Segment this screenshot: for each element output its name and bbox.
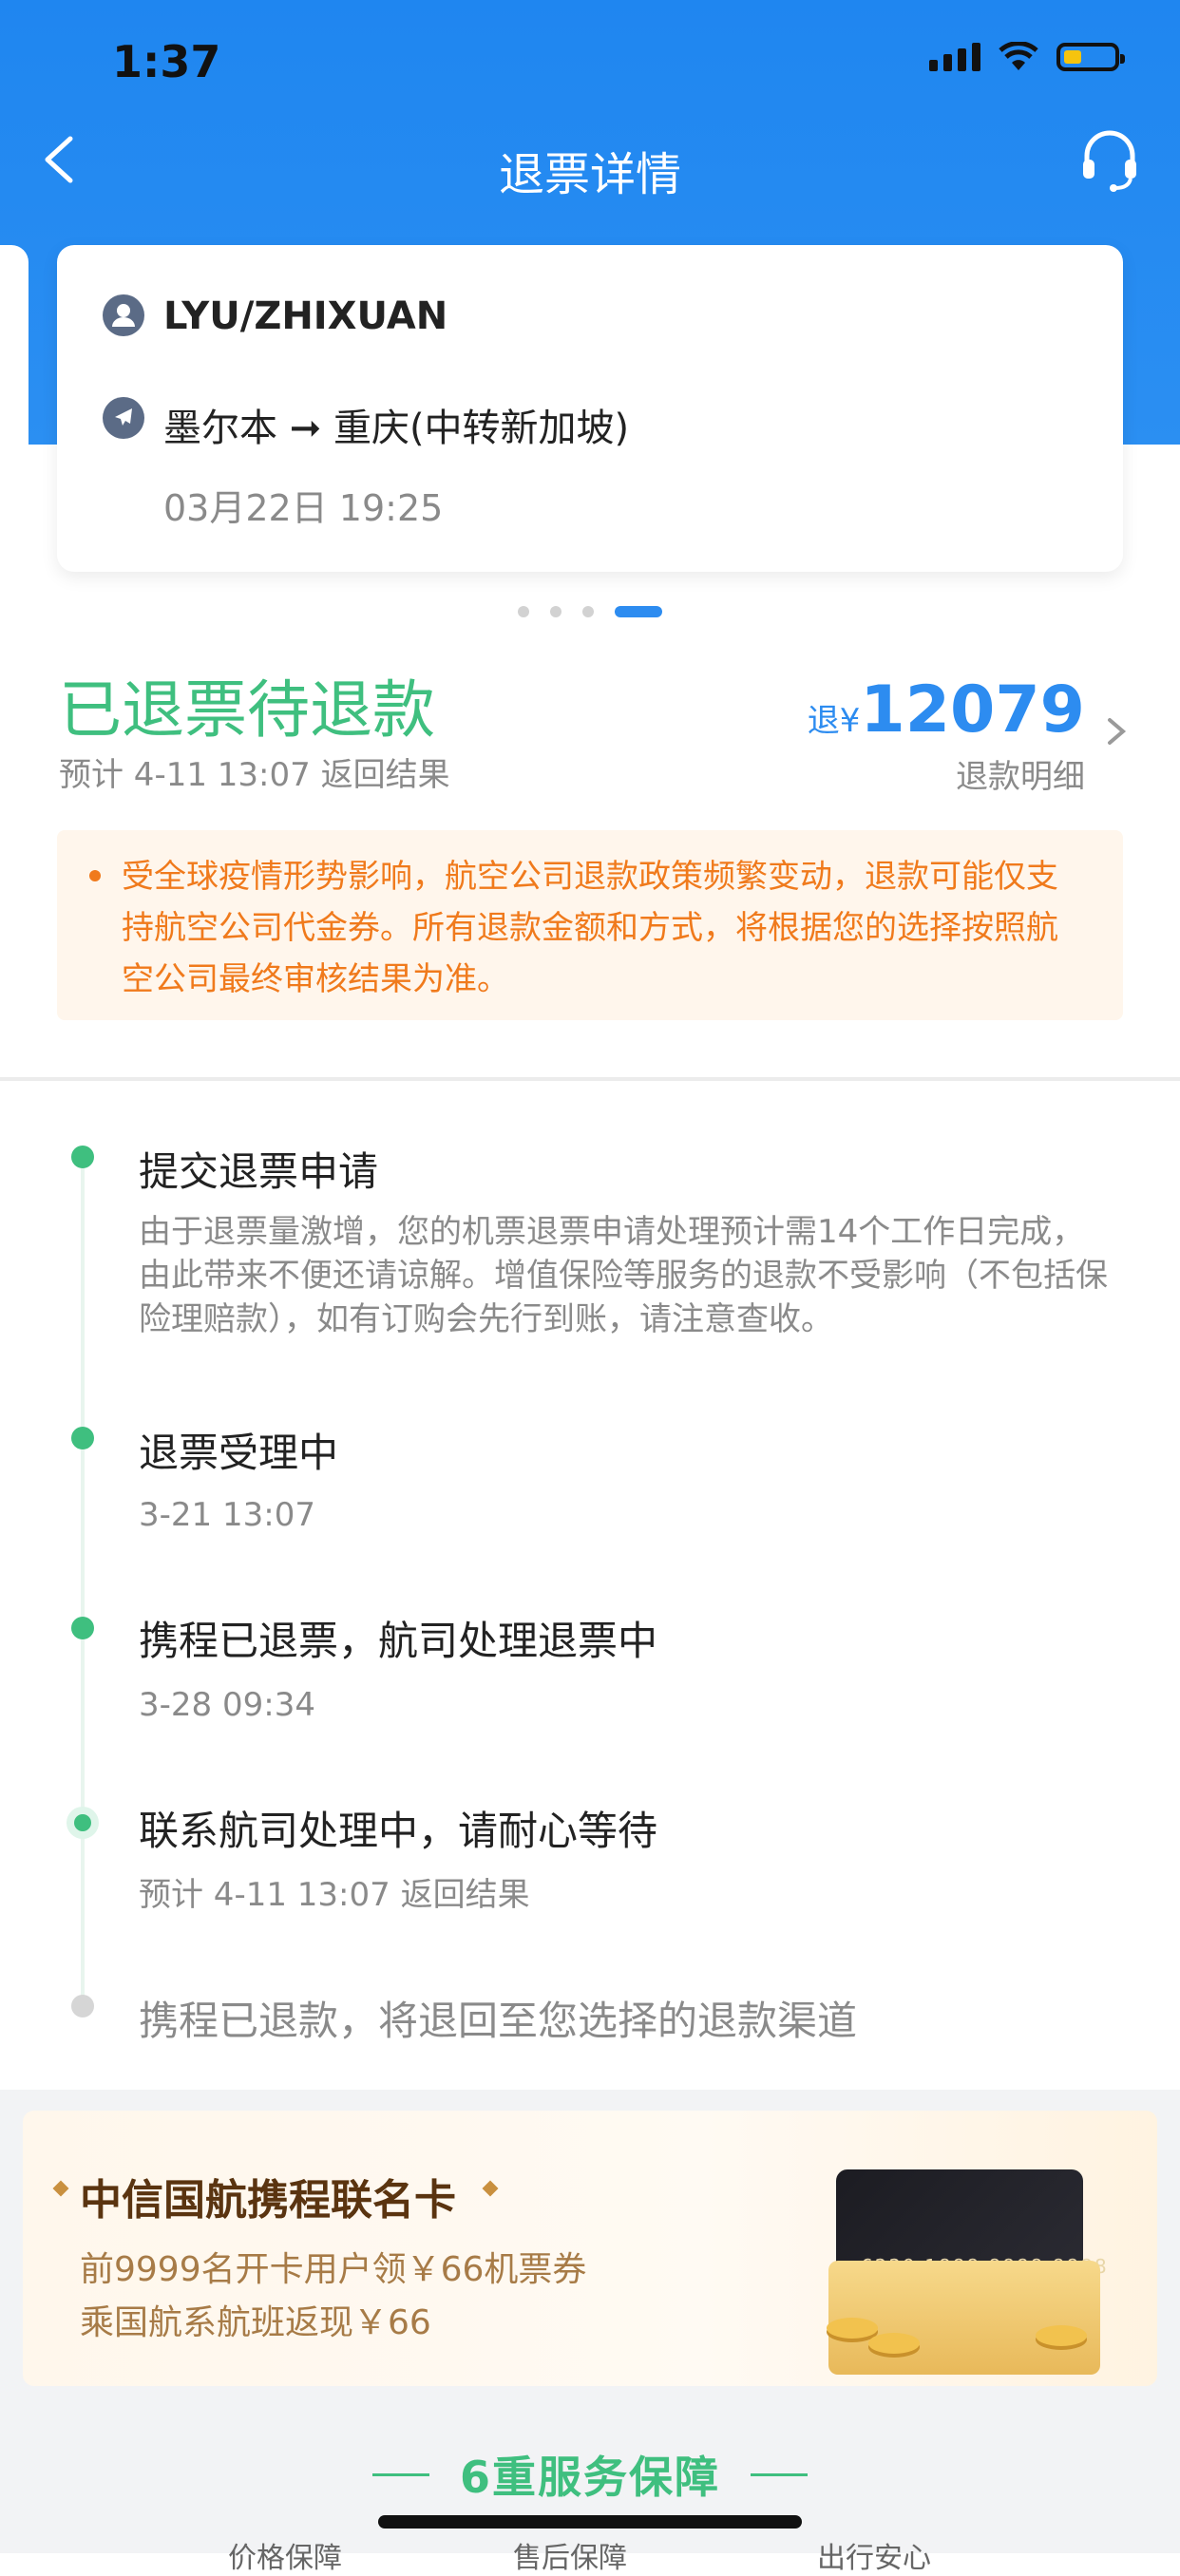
wifi-icon <box>999 42 1038 70</box>
timeline-step-title: 提交退票申请 <box>139 1148 379 1195</box>
chevron-right-icon[interactable] <box>1102 712 1131 750</box>
refund-detail-link[interactable]: 退款明细 <box>956 750 1085 797</box>
prev-ticket-card-peek[interactable] <box>0 245 29 572</box>
red-envelope-image <box>828 2261 1100 2375</box>
refund-estimate: 预计 4-11 13:07 返回结果 <box>59 756 450 794</box>
service-item[interactable]: 售后保障 <box>513 2534 627 2576</box>
customer-service-headset-icon[interactable] <box>1075 125 1144 194</box>
carousel-pagination <box>0 606 1180 617</box>
timeline-dot-done <box>71 1617 94 1639</box>
pagination-dot-active <box>615 606 662 617</box>
timeline-step-title: 退票受理中 <box>139 1430 339 1476</box>
service-item[interactable]: 出行安心 <box>817 2534 931 2576</box>
notice-text: 受全球疫情形势影响，航空公司退款政策频繁变动，退款可能仅支持航空公司代金券。所有… <box>122 858 1058 998</box>
pagination-dot <box>582 606 594 617</box>
status-icons <box>929 42 1125 72</box>
timeline-step-time: 预计 4-11 13:07 返回结果 <box>139 1876 530 1914</box>
promo-line1: 前9999名开卡用户领￥66机票券 <box>80 2250 587 2289</box>
timeline-dot-current <box>74 1814 91 1831</box>
timeline-step-time: 3-28 09:34 <box>139 1686 315 1724</box>
refund-amount[interactable]: 退¥12079 <box>808 672 1085 748</box>
divider-line <box>751 2473 808 2476</box>
service-item[interactable]: 价格保障 <box>228 2534 342 2576</box>
timeline-step-title: 联系航司处理中，请耐心等待 <box>139 1808 658 1854</box>
refund-amount-prefix: 退¥ <box>807 702 861 740</box>
refund-amount-value: 12079 <box>860 672 1085 748</box>
timeline-step-title: 携程已退票，航司处理退票中 <box>139 1618 658 1664</box>
timeline-dot-pending <box>71 1995 94 2017</box>
coin-icon <box>1036 2325 1087 2346</box>
flight-route: 墨尔本 ➞ 重庆(中转新加坡) <box>163 407 630 450</box>
timeline-line <box>81 1161 85 2006</box>
battery-icon <box>1056 43 1125 71</box>
passenger-icon <box>103 294 144 336</box>
coin-icon <box>827 2318 878 2339</box>
promo-title: 中信国航携程联名卡 <box>80 2176 456 2225</box>
page-title: 退票详情 <box>498 148 681 201</box>
refund-status: 已退票待退款 <box>59 673 435 747</box>
home-indicator[interactable] <box>378 2515 802 2529</box>
timeline-step-desc: 由于退票量激增，您的机票退票申请处理预计需14个工作日完成，由此带来不便还请谅解… <box>139 1213 1108 1338</box>
service-guarantee-title: 6重服务保障 <box>459 2452 720 2503</box>
timeline-step-title: 携程已退款，将退回至您选择的退款渠道 <box>139 1998 858 2044</box>
promo-line2: 乘国航系航班返现￥66 <box>80 2303 431 2342</box>
status-time: 1:37 <box>112 36 221 87</box>
section-divider <box>0 1077 1180 1081</box>
signal-icon <box>929 43 980 71</box>
coin-icon <box>868 2333 920 2354</box>
timeline-step-time: 3-21 13:07 <box>139 1496 315 1534</box>
pagination-dot <box>518 606 529 617</box>
bullet-icon <box>89 870 101 881</box>
flight-icon <box>103 397 144 439</box>
flight-datetime: 03月22日 19:25 <box>163 487 444 529</box>
pagination-dot <box>550 606 561 617</box>
passenger-name: LYU/ZHIXUAN <box>163 294 448 338</box>
timeline-dot-done <box>71 1146 94 1168</box>
timeline-dot-done <box>71 1427 94 1449</box>
